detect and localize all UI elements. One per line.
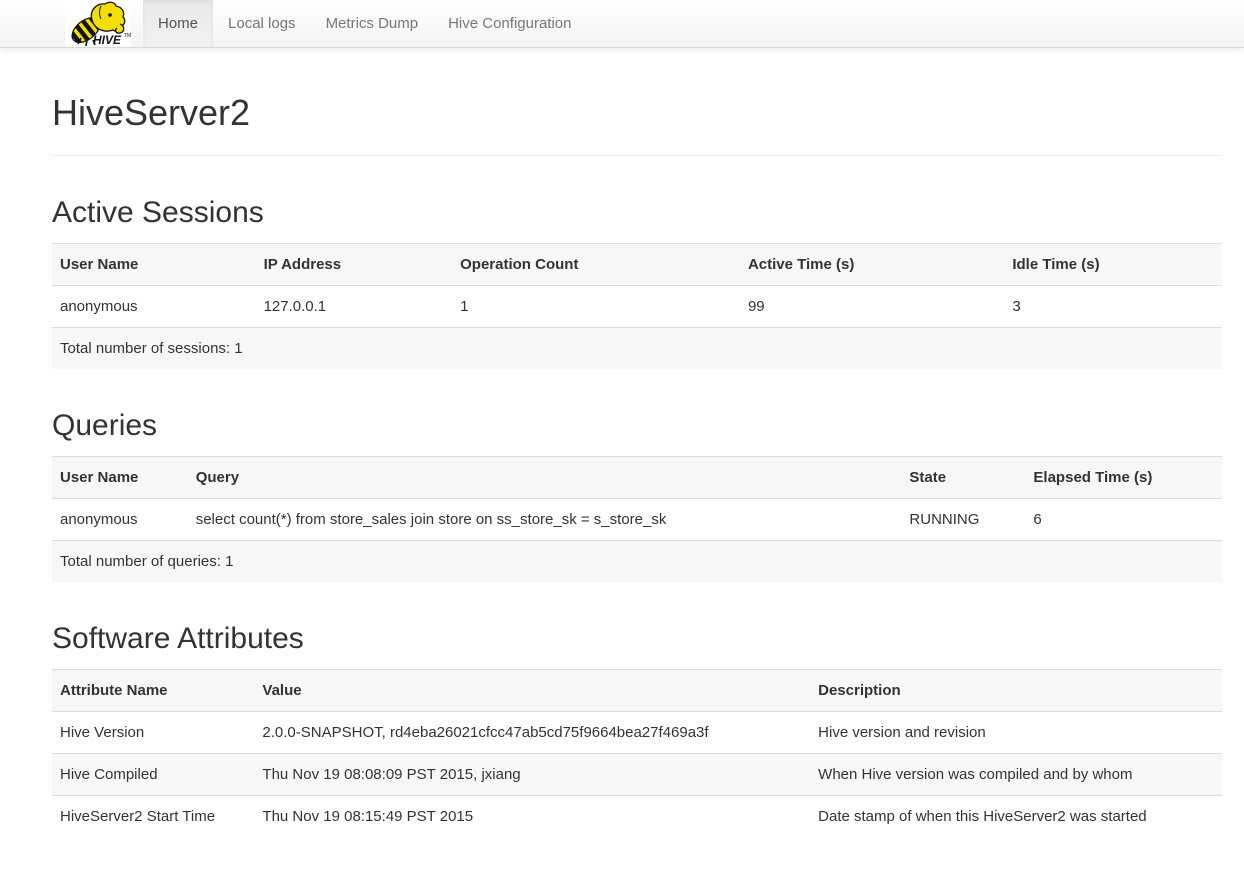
logo-tm: TM <box>124 33 131 39</box>
table-cell: Hive Version <box>52 710 255 754</box>
navbar-menu: Home Local logs Metrics Dump Hive Configura… <box>143 0 586 47</box>
table-cell: 3 <box>1004 284 1222 328</box>
table-header-row: User Name Query State Elapsed Time (s) <box>52 455 1222 499</box>
column-header: Active Time (s) <box>739 242 1005 286</box>
column-header: Value <box>254 668 811 712</box>
page-title: HiveServer2 <box>52 92 251 133</box>
column-header: User Name <box>52 242 256 286</box>
table-cell: 6 <box>1025 497 1222 541</box>
logo-wordmark: HIVE <box>93 33 122 47</box>
table-footer-row: Total number of queries: 1 <box>52 539 1222 582</box>
navbar-item-metrics-dump: Metrics Dump <box>311 0 434 47</box>
table-cell: 99 <box>739 284 1005 328</box>
bottom-spacer <box>52 837 1222 857</box>
table-footer-row: Total number of sessions: 1 <box>52 326 1222 369</box>
page-header: HiveServer2 <box>52 93 1222 156</box>
column-header: User Name <box>52 455 188 499</box>
table-footer-cell: Total number of queries: 1 <box>52 539 1222 582</box>
navbar-link-metrics-dump[interactable]: Metrics Dump <box>311 0 434 47</box>
active-sessions-section: Active Sessions User Name IP Address Opera… <box>52 196 1222 369</box>
software-attributes-table: Attribute Name Value Description Hive Versi… <box>52 668 1222 837</box>
column-header: Query <box>187 455 902 499</box>
column-header: IP Address <box>255 242 453 286</box>
software-attributes-section: Software Attributes Attribute Name Value D… <box>52 622 1222 837</box>
table-cell: Thu Nov 19 08:15:49 PST 2015 <box>254 794 811 837</box>
table-cell: RUNNING <box>901 497 1026 541</box>
table-cell: 2.0.0-SNAPSHOT, rd4eba26021cfcc47ab5cd75… <box>254 710 811 754</box>
main-content: HiveServer2 Active Sessions User Name IP … <box>52 93 1222 857</box>
table-cell: Hive version and revision <box>810 710 1222 754</box>
column-header: Attribute Name <box>52 668 255 712</box>
hive-bee-logo-icon: HIVE TM <box>65 0 131 47</box>
navbar-item-local-logs: Local logs <box>213 0 311 47</box>
column-header: Elapsed Time (s) <box>1025 455 1222 499</box>
table-cell: Hive Compiled <box>52 752 255 796</box>
table-cell: 1 <box>452 284 740 328</box>
table-cell: anonymous <box>52 284 256 328</box>
table-cell: 127.0.0.1 <box>255 284 453 328</box>
table-cell: Date stamp of when this HiveServer2 was … <box>810 794 1222 837</box>
table-row: Hive Compiled Thu Nov 19 08:08:09 PST 201… <box>52 752 1222 796</box>
hive-logo[interactable]: HIVE TM <box>65 0 131 47</box>
table-cell: Thu Nov 19 08:08:09 PST 2015, jxiang <box>254 752 811 796</box>
active-sessions-heading: Active Sessions <box>52 195 264 229</box>
table-cell: HiveServer2 Start Time <box>52 794 255 837</box>
column-header: Idle Time (s) <box>1004 242 1222 286</box>
active-sessions-table: User Name IP Address Operation Count Active… <box>52 242 1222 369</box>
table-row: anonymous 127.0.0.1 1 99 3 <box>52 284 1222 328</box>
column-header: State <box>901 455 1026 499</box>
navbar-item-hive-configuration: Hive Configuration <box>433 0 586 47</box>
table-header-row: Attribute Name Value Description <box>52 668 1222 712</box>
table-cell: When Hive version was compiled and by wh… <box>810 752 1222 796</box>
table-header-row: User Name IP Address Operation Count Active… <box>52 242 1222 286</box>
table-footer-cell: Total number of sessions: 1 <box>52 326 1222 369</box>
queries-section: Queries User Name Query State Elapsed Time … <box>52 409 1222 582</box>
table-row: anonymous select count(*) from store_sale… <box>52 497 1222 541</box>
queries-heading: Queries <box>52 408 158 442</box>
table-cell: anonymous <box>52 497 188 541</box>
column-header: Operation Count <box>452 242 740 286</box>
navbar-link-local-logs[interactable]: Local logs <box>213 0 311 47</box>
navbar: HIVE TM Home Local logs Metrics Dump Hive C… <box>0 0 1244 48</box>
table-cell: select count(*) from store_sales join st… <box>187 497 902 541</box>
table-row: Hive Version 2.0.0-SNAPSHOT, rd4eba26021c… <box>52 710 1222 754</box>
software-attributes-heading: Software Attributes <box>52 621 304 655</box>
queries-table: User Name Query State Elapsed Time (s) anony… <box>52 455 1222 582</box>
table-row: HiveServer2 Start Time Thu Nov 19 08:15:4… <box>52 794 1222 837</box>
navbar-link-hive-configuration[interactable]: Hive Configuration <box>433 0 586 47</box>
navbar-link-home[interactable]: Home <box>143 0 214 47</box>
column-header: Description <box>810 668 1222 712</box>
navbar-item-home: Home <box>143 0 214 47</box>
